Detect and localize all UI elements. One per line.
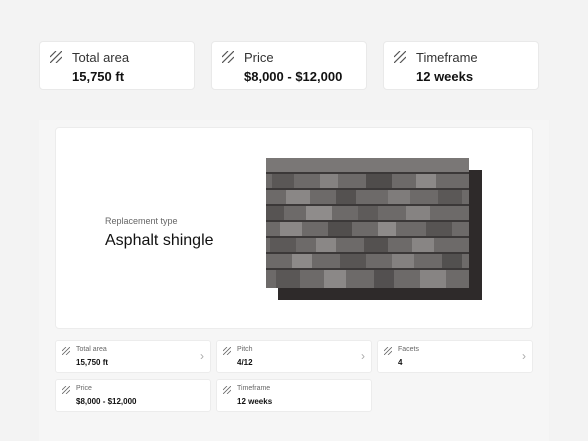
detail-label: Timeframe	[237, 385, 271, 392]
replacement-type-value: Asphalt shingle	[105, 232, 214, 249]
replacement-type-label: Replacement type	[105, 216, 178, 226]
summary-card-total-area: Total area 15,750 ft	[39, 41, 195, 90]
hatch-icon	[222, 51, 234, 63]
summary-value: 15,750 ft	[72, 69, 125, 84]
hatch-icon	[50, 51, 62, 63]
detail-value: $8,000 - $12,000	[76, 397, 137, 406]
detail-value: 15,750 ft	[76, 358, 109, 367]
detail-value: 4	[398, 358, 403, 367]
hatch-icon	[223, 386, 231, 394]
detail-facets[interactable]: Facets 4 ›	[377, 340, 533, 373]
summary-card-timeframe: Timeframe 12 weeks	[383, 41, 539, 90]
hatch-icon	[62, 386, 70, 394]
detail-label: Price	[76, 385, 92, 392]
detail-label: Total area	[76, 346, 107, 353]
detail-price: Price $8,000 - $12,000	[55, 379, 211, 412]
replacement-type-card: Replacement type Asphalt shingle	[55, 127, 533, 329]
detail-pitch[interactable]: Pitch 4/12 ›	[216, 340, 372, 373]
detail-value: 4/12	[237, 358, 253, 367]
hatch-icon	[62, 347, 70, 355]
hatch-icon	[223, 347, 231, 355]
summary-label: Total area	[72, 50, 130, 65]
hatch-icon	[394, 51, 406, 63]
chevron-right-icon: ›	[361, 349, 365, 363]
summary-value: $8,000 - $12,000	[244, 69, 343, 84]
summary-label: Timeframe	[416, 50, 478, 65]
summary-card-price: Price $8,000 - $12,000	[211, 41, 367, 90]
chevron-right-icon: ›	[522, 349, 526, 363]
details-panel: Replacement type Asphalt shingle Total a…	[39, 120, 549, 441]
hatch-icon	[384, 347, 392, 355]
chevron-right-icon: ›	[200, 349, 204, 363]
detail-label: Pitch	[237, 346, 253, 353]
detail-label: Facets	[398, 346, 420, 353]
summary-label: Price	[244, 50, 274, 65]
summary-value: 12 weeks	[416, 69, 474, 84]
detail-timeframe: Timeframe 12 weeks	[216, 379, 372, 412]
detail-total-area[interactable]: Total area 15,750 ft ›	[55, 340, 211, 373]
detail-value: 12 weeks	[237, 397, 273, 406]
shingle-swatch-image	[266, 158, 482, 300]
